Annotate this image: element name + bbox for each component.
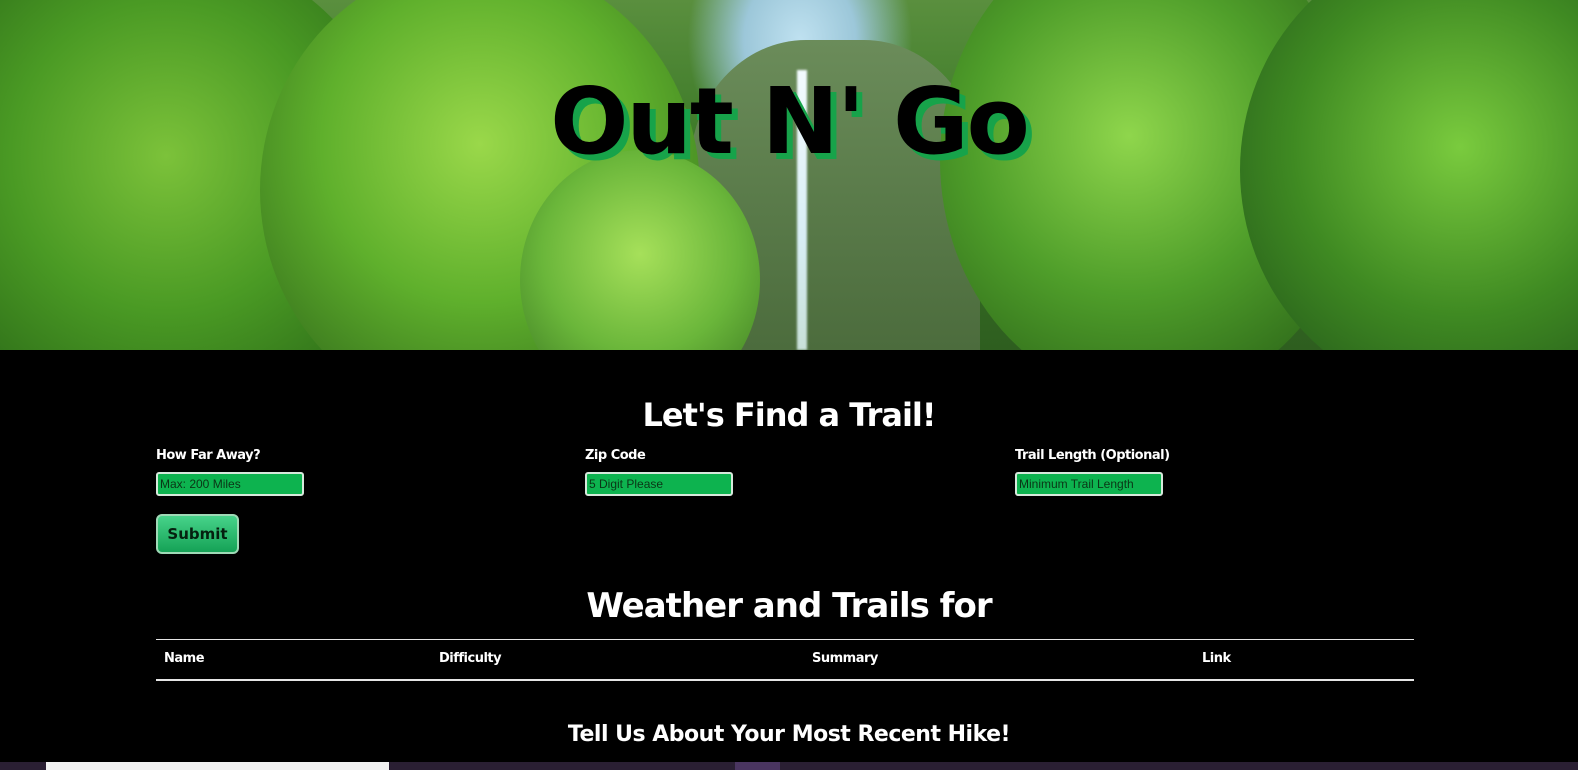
column-header-difficulty: Difficulty	[439, 651, 502, 666]
column-header-name: Name	[164, 651, 205, 666]
find-trail-heading: Let's Find a Trail!	[642, 396, 937, 434]
trail-length-field: Trail Length (Optional)	[1015, 448, 1170, 496]
site-title: Out N' Go	[550, 68, 1030, 175]
weather-trails-heading: Weather and Trails for	[586, 586, 992, 626]
trail-length-input[interactable]	[1015, 472, 1163, 496]
panel-edge	[46, 762, 389, 770]
foliage-right-far	[1240, 0, 1578, 350]
main-content: Let's Find a Trail! How Far Away? Zip Co…	[0, 350, 1578, 770]
hero-banner: Out N' Go	[0, 0, 1578, 350]
next-section-edge	[0, 762, 1578, 770]
trail-length-label: Trail Length (Optional)	[1015, 448, 1170, 463]
recent-hike-heading: Tell Us About Your Most Recent Hike!	[567, 722, 1011, 747]
submit-button[interactable]: Submit	[156, 514, 239, 554]
distance-input[interactable]	[156, 472, 304, 496]
page: Out N' Go Let's Find a Trail! How Far Aw…	[0, 0, 1578, 770]
trails-table: Name Difficulty Summary Link	[156, 639, 1414, 681]
zip-label: Zip Code	[585, 448, 646, 463]
column-header-link: Link	[1202, 651, 1231, 666]
zip-input[interactable]	[585, 472, 733, 496]
panel-edge-accent	[735, 762, 780, 770]
distance-label: How Far Away?	[156, 448, 261, 463]
zip-field: Zip Code	[585, 448, 733, 496]
column-header-summary: Summary	[812, 651, 878, 666]
distance-field: How Far Away?	[156, 448, 304, 496]
